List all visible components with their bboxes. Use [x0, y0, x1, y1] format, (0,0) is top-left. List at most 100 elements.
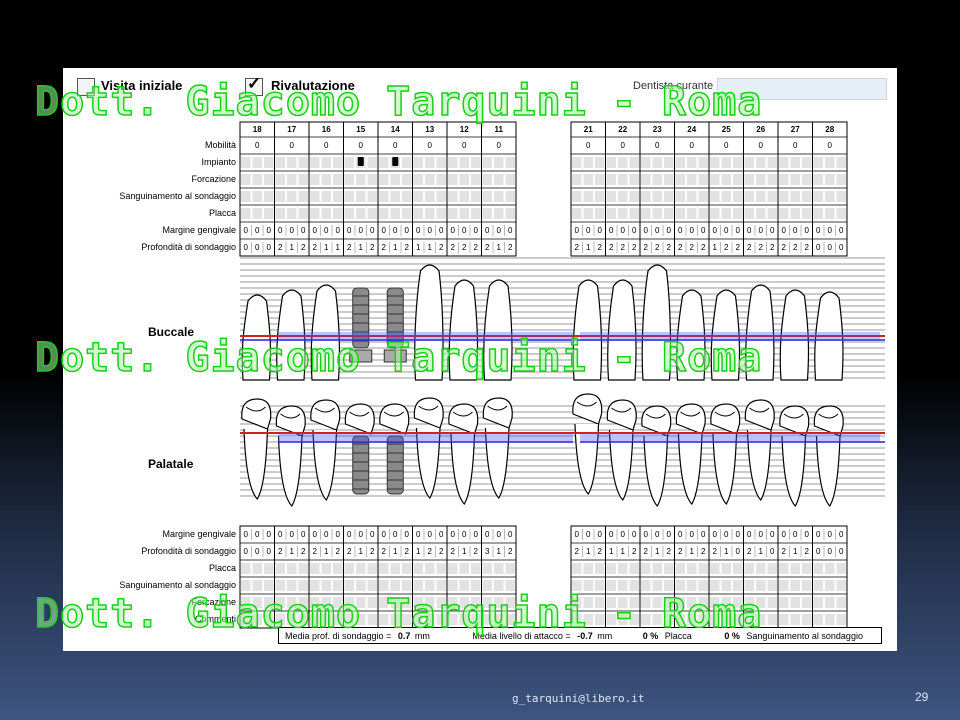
upper-row-label: Placca: [208, 208, 236, 218]
lower-profondita-value: 2: [666, 547, 671, 556]
lower-profondita-value: 0: [243, 547, 248, 556]
upper-profondita-value: 2: [758, 243, 763, 252]
mobilita-value: 0: [358, 141, 363, 150]
palatale-label: Palatale: [148, 457, 194, 471]
lower-profondita-value: 0: [735, 547, 740, 556]
lower-margine-value: 0: [827, 530, 832, 539]
upper-margine-value: 0: [597, 226, 602, 235]
upper-profondita-value: 0: [243, 243, 248, 252]
lower-margine-value: 0: [370, 530, 375, 539]
upper-margine-value: 0: [701, 226, 706, 235]
lower-margine-value: 0: [781, 530, 786, 539]
upper-margine-value: 0: [632, 226, 637, 235]
lower-profondita-value: 2: [404, 547, 409, 556]
lower-profondita-value: 1: [393, 547, 398, 556]
upper-margine-value: 0: [735, 226, 740, 235]
watermark-middle: Dott. Giacomo Tarquini - Roma: [34, 334, 763, 382]
upper-profondita-value: 2: [804, 243, 809, 252]
lower-profondita-value: 2: [597, 547, 602, 556]
crown-palatale-16: [310, 399, 341, 431]
lower-profondita-value: 2: [747, 547, 752, 556]
lower-profondita-value: 1: [620, 547, 625, 556]
lower-margine-value: 0: [358, 530, 363, 539]
crown-palatale-17: [275, 405, 306, 437]
upper-margine-value: 0: [747, 226, 752, 235]
upper-profondita-value: 2: [793, 243, 798, 252]
root-palatale-24: [677, 433, 703, 505]
lower-profondita-value: 2: [473, 547, 478, 556]
root-palatale-23: [643, 435, 669, 507]
lower-margine-value: 0: [381, 530, 386, 539]
upper-profondita-value: 1: [335, 243, 340, 252]
mobilita-value: 0: [462, 141, 467, 150]
lower-profondita-value: 1: [655, 547, 660, 556]
upper-profondita-value: 2: [278, 243, 283, 252]
lower-margine-value: 0: [462, 530, 467, 539]
crown-palatale-18: [241, 398, 272, 430]
upper-row-label: Sanguinamento al sondaggio: [119, 191, 236, 201]
upper-margine-value: 0: [243, 226, 248, 235]
upper-margine-value: 0: [312, 226, 317, 235]
upper-profondita-value: 2: [370, 243, 375, 252]
lower-profondita-value: 2: [508, 547, 513, 556]
upper-profondita-value: 2: [485, 243, 490, 252]
root-palatale-12: [450, 433, 476, 505]
lower-margine-value: 0: [758, 530, 763, 539]
upper-margine-value: 0: [289, 226, 294, 235]
watermark-bottom: Dott. Giacomo Tarquini - Roma: [34, 590, 763, 638]
crown-palatale-25: [710, 403, 741, 435]
upper-profondita-value: 2: [462, 243, 467, 252]
mobilita-value: 0: [496, 141, 501, 150]
lower-margine-value: 0: [678, 530, 683, 539]
lower-margine-value: 0: [793, 530, 798, 539]
upper-profondita-value: 2: [632, 243, 637, 252]
upper-margine-value: 0: [496, 226, 501, 235]
lower-profondita-value: 1: [462, 547, 467, 556]
upper-profondita-value: 1: [586, 243, 591, 252]
lower-profondita-value: 2: [335, 547, 340, 556]
crown-palatale-23: [641, 405, 672, 437]
lower-margine-value: 0: [255, 530, 260, 539]
upper-profondita-value: 2: [473, 243, 478, 252]
upper-margine-value: 0: [620, 226, 625, 235]
upper-profondita-value: 2: [301, 243, 306, 252]
upper-profondita-value: 2: [655, 243, 660, 252]
upper-profondita-value: 0: [827, 243, 832, 252]
upper-margine-value: 0: [462, 226, 467, 235]
lower-profondita-value: 1: [586, 547, 591, 556]
upper-margine-value: 0: [689, 226, 694, 235]
upper-profondita-value: 2: [450, 243, 455, 252]
upper-margine-value: 0: [643, 226, 648, 235]
tooth-number-28: 28: [825, 125, 835, 134]
upper-profondita-value: 1: [289, 243, 294, 252]
lower-row-label: Profondità di sondaggio: [141, 546, 236, 556]
lower-margine-value: 0: [689, 530, 694, 539]
upper-margine-value: 0: [450, 226, 455, 235]
upper-margine-value: 0: [404, 226, 409, 235]
lower-margine-value: 0: [243, 530, 248, 539]
upper-margine-value: 0: [335, 226, 340, 235]
mobilita-value: 0: [586, 141, 591, 150]
lower-profondita-value: 0: [827, 547, 832, 556]
upper-profondita-value: 1: [496, 243, 501, 252]
upper-profondita-value: 2: [439, 243, 444, 252]
upper-margine-value: 0: [758, 226, 763, 235]
implant-marker-15: [357, 157, 364, 166]
sanguinamento-summary-label: Sanguinamento al sondaggio: [746, 631, 863, 641]
upper-profondita-value: 2: [643, 243, 648, 252]
mobilita-value: 0: [724, 141, 729, 150]
lower-profondita-value: 1: [758, 547, 763, 556]
implant-palatale-14: [386, 435, 404, 495]
lower-margine-value: 0: [278, 530, 283, 539]
upper-margine-value: 0: [839, 226, 844, 235]
upper-profondita-value: 2: [347, 243, 352, 252]
lower-profondita-value: 2: [701, 547, 706, 556]
lower-profondita-value: 1: [689, 547, 694, 556]
upper-profondita-value: 1: [324, 243, 329, 252]
lower-profondita-value: 2: [712, 547, 717, 556]
lower-profondita-value: 2: [781, 547, 786, 556]
lower-profondita-value: 1: [793, 547, 798, 556]
crown-palatale-11: [482, 397, 513, 429]
upper-margine-value: 0: [255, 226, 260, 235]
crown-palatale-26: [744, 399, 775, 431]
